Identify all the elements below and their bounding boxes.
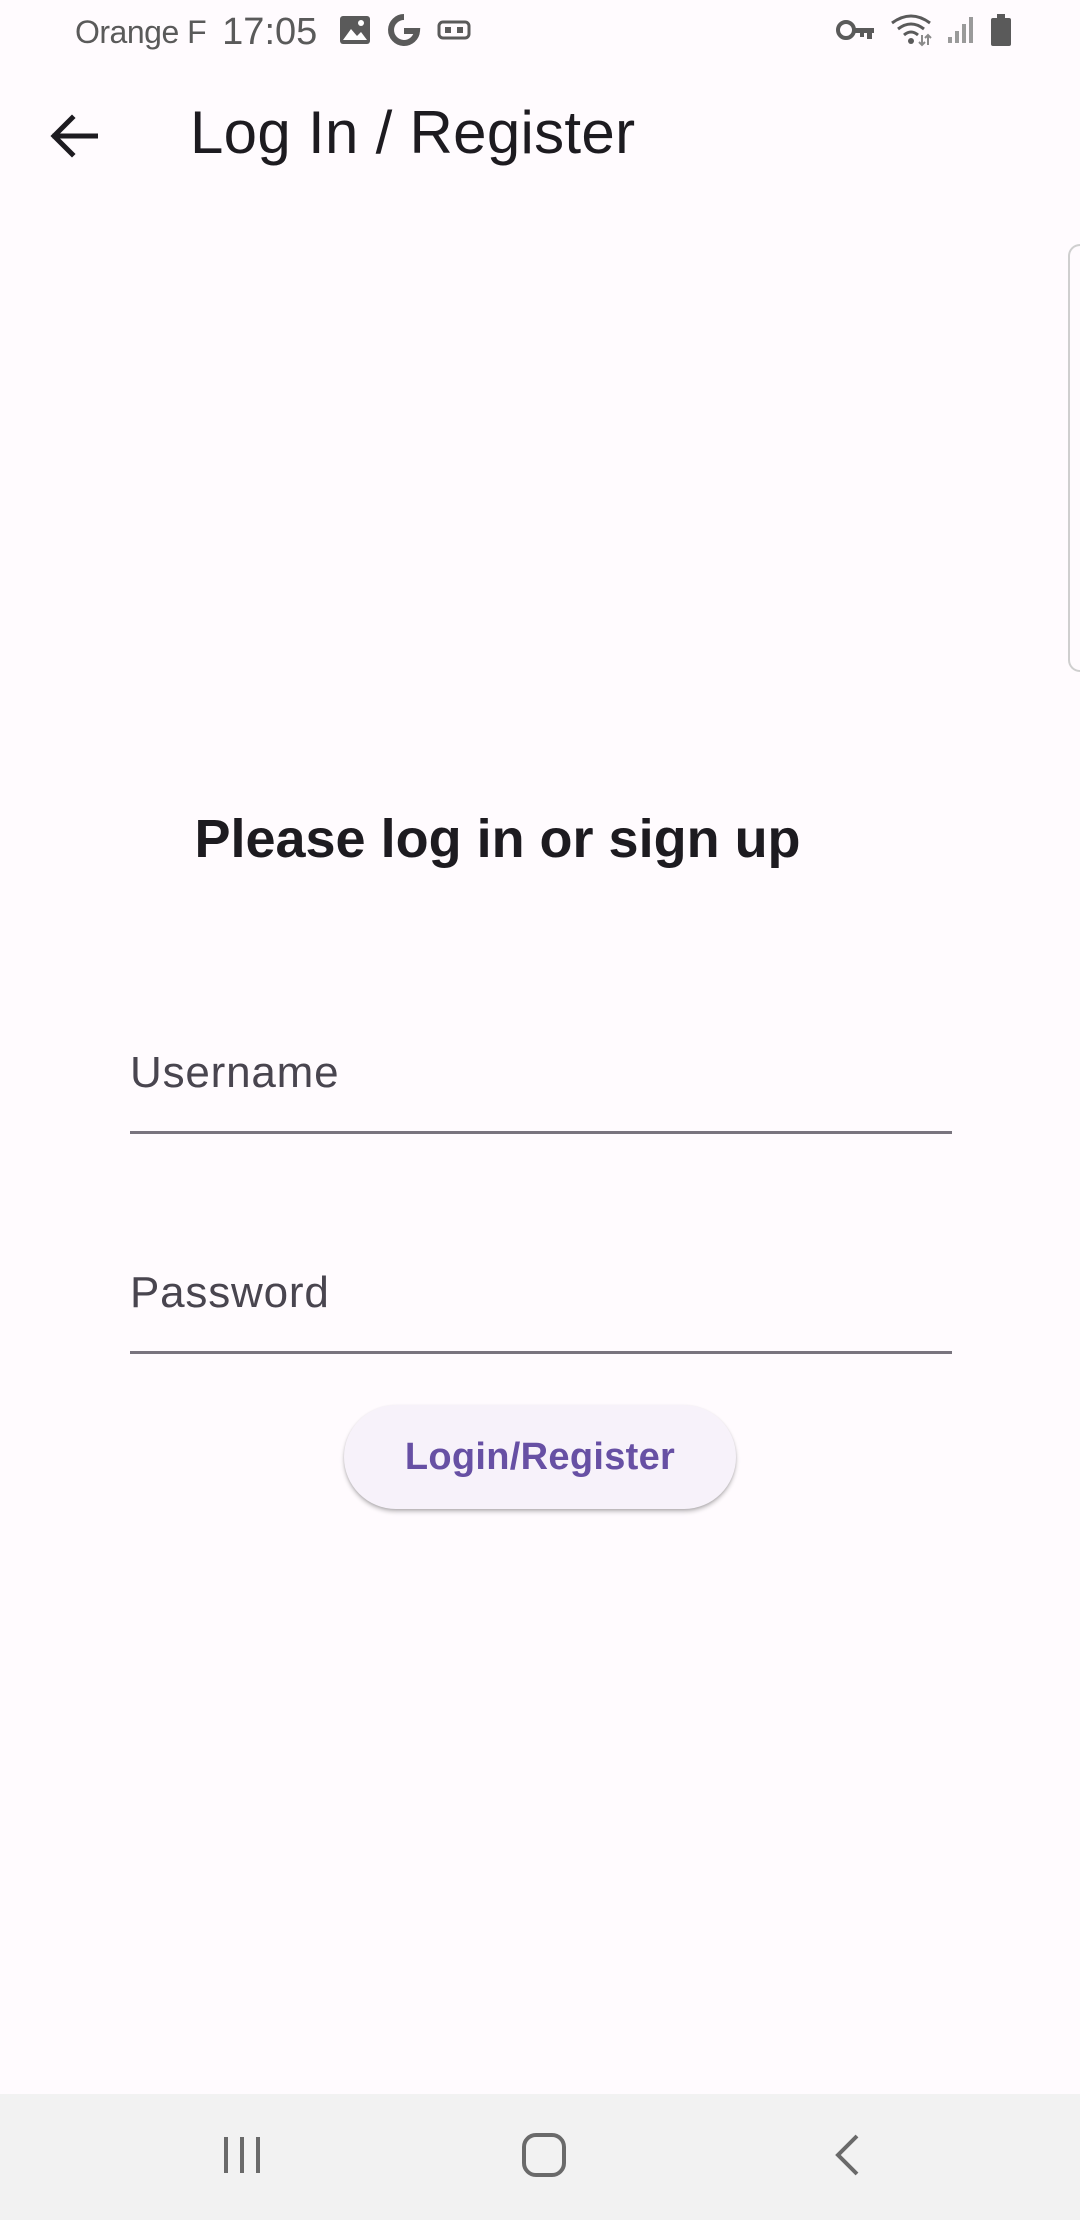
password-input[interactable] [130, 1234, 952, 1351]
signal-icon [946, 15, 976, 49]
login-register-button[interactable]: Login/Register [344, 1405, 736, 1509]
home-icon [521, 2132, 567, 2182]
vpn-key-icon [836, 18, 876, 46]
username-field[interactable] [130, 1014, 952, 1134]
app-bar: Log In / Register [0, 64, 1080, 212]
status-clock: 17:05 [222, 10, 318, 53]
home-button[interactable] [454, 2094, 634, 2220]
status-left-group: Orange F 17:05 [75, 0, 471, 64]
battery-icon [990, 13, 1012, 51]
login-heading: Please log in or sign up [194, 809, 801, 869]
back-button[interactable] [36, 100, 112, 176]
notification-icons [339, 13, 471, 51]
google-icon [387, 13, 421, 51]
recents-button[interactable] [152, 2094, 332, 2220]
username-input[interactable] [130, 1014, 952, 1131]
edge-panel-handle[interactable] [1068, 244, 1080, 672]
vr-headset-icon [437, 18, 471, 46]
navigation-bar [0, 2094, 1080, 2220]
password-field[interactable] [130, 1234, 952, 1354]
system-back-button[interactable] [757, 2094, 937, 2220]
gallery-icon [339, 15, 371, 49]
recents-icon [221, 2135, 263, 2179]
back-icon [833, 2133, 861, 2181]
wifi-icon [890, 13, 932, 51]
carrier-name: Orange F [75, 13, 207, 50]
login-screen: Orange F 17:05 Log In / Register Please … [0, 0, 1080, 2220]
status-right-group [836, 0, 1012, 64]
arrow-back-icon [50, 114, 99, 162]
status-bar: Orange F 17:05 [0, 0, 1080, 64]
page-title: Log In / Register [190, 99, 636, 166]
